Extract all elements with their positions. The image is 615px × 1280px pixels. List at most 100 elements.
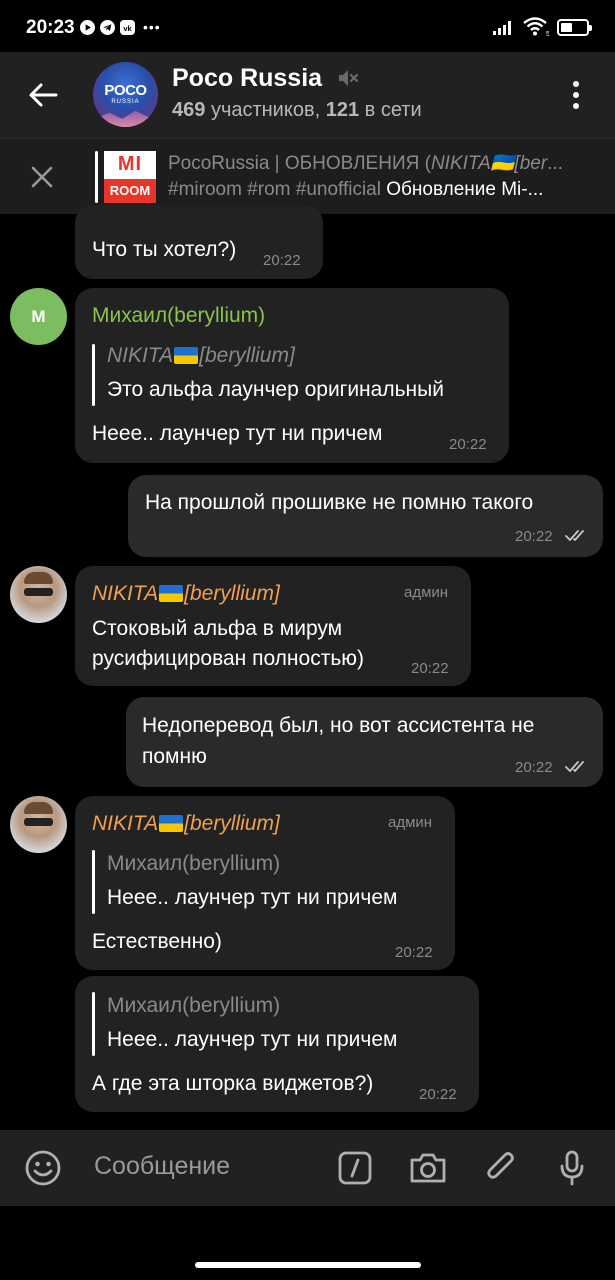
reply-text: Это альфа лаунчер оригинальный	[107, 378, 444, 401]
reply-bar	[92, 850, 95, 914]
reply-text: Неее.. лаунчер тут ни причем	[107, 1028, 398, 1051]
muted-speaker-icon	[339, 70, 359, 86]
reply-author-tag: [beryllium]	[199, 344, 295, 367]
pinned-text-strong: Обновление Mi-...	[386, 179, 544, 200]
message-text: Что ты хотел?)	[92, 238, 237, 261]
system-navigation-bar	[0, 1206, 615, 1280]
read-double-check-icon	[565, 530, 584, 541]
message-bubble[interactable]: Михаил(beryllium) NIKITA [beryllium] Это …	[75, 288, 509, 463]
back-button[interactable]	[22, 74, 64, 116]
slash-command-icon	[338, 1151, 372, 1185]
message-bubble[interactable]: Михаил(beryllium) Неее.. лаунчер тут ни …	[75, 976, 479, 1112]
chat-avatar-subtext: RUSSIA	[111, 99, 140, 105]
message-text: Неее.. лаунчер тут ни причем	[92, 422, 383, 445]
sender-name-text: NIKITA	[92, 812, 159, 835]
chat-avatar-mountains	[93, 110, 158, 127]
chat-title[interactable]: Poco Russia	[172, 64, 322, 93]
outgoing-message-bubble[interactable]: Недоперевод был, но вот ассистента не по…	[126, 697, 603, 787]
message-input-bar: Сообщение	[0, 1130, 615, 1206]
menu-dot	[573, 81, 579, 87]
message-text-line: русифицирован полностью)	[92, 647, 365, 670]
online-count: 121	[325, 99, 360, 121]
chat-avatar[interactable]: POCO RUSSIA	[93, 62, 158, 127]
emoji-icon	[25, 1150, 61, 1186]
avatar-letter: М	[31, 306, 46, 326]
wifi-icon: 5	[523, 17, 549, 37]
pinned-title-prefix: PocoRussia | ОБНОВЛЕНИЯ (	[168, 153, 431, 174]
pinned-tags: #miroom #rom #unofficial	[168, 179, 387, 200]
microphone-icon	[560, 1150, 584, 1186]
sender-name[interactable]: NIKITA [beryllium]	[92, 582, 280, 606]
message-text: На прошлой прошивке не помню такого	[145, 491, 534, 514]
sender-name[interactable]: NIKITA [beryllium]	[92, 812, 280, 836]
chat-subtitle: 469 участников, 121 в сети	[172, 99, 422, 122]
status-system-icons: 5	[493, 17, 592, 37]
avatar-photo	[24, 572, 53, 584]
pinned-title-italic: NIKITA🇺🇦[ber	[430, 153, 548, 174]
pinned-title: PocoRussia | ОБНОВЛЕНИЯ (NIKITA🇺🇦[ber...	[168, 151, 588, 175]
reply-author: Михаил(beryllium)	[107, 852, 281, 875]
read-double-check-icon	[565, 761, 584, 772]
reply-bar	[92, 992, 95, 1056]
user-avatar[interactable]: М	[10, 288, 67, 345]
message-bubble[interactable]: Что ты хотел?) 20:22	[75, 205, 323, 279]
message-text-line: Недоперевод был, но вот ассистента не	[142, 714, 535, 737]
voice-message-button[interactable]	[552, 1148, 592, 1188]
ukraine-flag-icon	[174, 347, 199, 364]
play-icon	[80, 19, 95, 35]
paperclip-icon	[487, 1152, 514, 1179]
battery-icon	[557, 18, 592, 36]
pinned-thumbnail-mi: MI	[117, 153, 143, 175]
arrow-left-icon	[29, 83, 58, 107]
admin-badge: админ	[388, 814, 433, 831]
sender-name-tag: [beryllium]	[184, 812, 280, 835]
user-avatar[interactable]	[10, 566, 67, 623]
home-gesture-handle[interactable]	[195, 1262, 421, 1268]
chat-header: POCO RUSSIA Poco Russia 469 участников, …	[0, 52, 615, 138]
signal-icon	[493, 21, 511, 35]
pinned-close-button[interactable]	[22, 157, 62, 197]
telegram-icon	[100, 19, 115, 35]
message-time: 20:22	[419, 1086, 457, 1103]
avatar-photo-glasses	[24, 588, 53, 596]
battery-level-fill	[561, 22, 572, 32]
message-time: 20:22	[395, 944, 433, 961]
message-text: Естественно)	[92, 930, 222, 953]
pinned-thumbnail: MI ROOM	[104, 151, 156, 203]
bot-commands-button[interactable]	[335, 1148, 375, 1188]
status-notification-icons: vk •••	[80, 19, 161, 35]
message-time: 20:22	[449, 436, 487, 453]
online-label: в сети	[364, 99, 422, 121]
message-time: 20:22	[515, 528, 553, 545]
reply-author: Михаил(beryllium)	[107, 994, 281, 1017]
camera-button[interactable]	[408, 1148, 448, 1188]
pinned-message-bar[interactable]: MI ROOM PocoRussia | ОБНОВЛЕНИЯ (NIKITA🇺…	[0, 138, 615, 214]
message-text-line: Стоковый альфа в мирум	[92, 617, 343, 640]
message-bubble[interactable]: NIKITA [beryllium] админ Стоковый альфа в…	[75, 566, 471, 686]
vk-icon: vk	[120, 19, 135, 35]
reply-bar	[92, 344, 95, 406]
menu-dot	[573, 103, 579, 109]
pinned-text: #miroom #rom #unofficial Обновление Mi-.…	[168, 179, 588, 201]
reply-author: NIKITA [beryllium]	[107, 344, 295, 368]
avatar-photo-glasses	[24, 818, 53, 826]
outgoing-message-bubble[interactable]: На прошлой прошивке не помню такого 20:2…	[128, 475, 603, 557]
more-dots-icon: •••	[143, 19, 161, 35]
message-text-line: помню	[142, 745, 207, 768]
user-avatar[interactable]	[10, 796, 67, 853]
sender-name[interactable]: Михаил(beryllium)	[92, 304, 265, 328]
close-icon	[31, 166, 53, 188]
sender-name-tag: [beryllium]	[184, 582, 280, 605]
ukraine-flag-icon	[159, 815, 184, 832]
message-input[interactable]: Сообщение	[94, 1152, 230, 1181]
attach-button[interactable]	[481, 1148, 521, 1188]
emoji-button[interactable]	[23, 1148, 63, 1188]
message-time: 20:22	[515, 759, 553, 776]
reply-author-name: NIKITA	[107, 344, 174, 367]
svg-text:vk: vk	[123, 23, 132, 32]
members-count: 469	[172, 99, 206, 121]
message-text: А где эта шторка виджетов?)	[92, 1072, 374, 1095]
more-menu-button[interactable]	[559, 78, 593, 112]
admin-badge: админ	[404, 584, 449, 601]
message-bubble[interactable]: NIKITA [beryllium] админ Михаил(beryllium…	[75, 796, 455, 970]
